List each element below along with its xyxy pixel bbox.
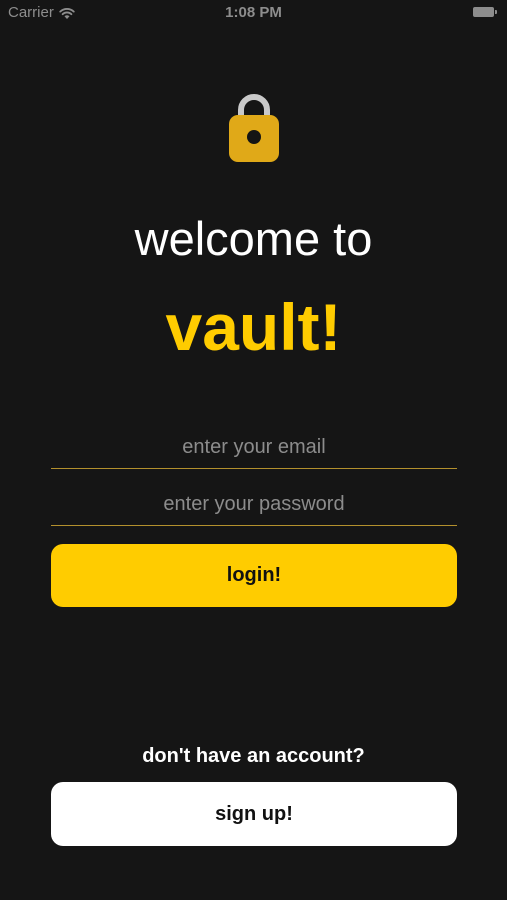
- password-field: [51, 485, 457, 526]
- status-time: 1:08 PM: [225, 4, 282, 21]
- email-field: [51, 428, 457, 469]
- signup-button[interactable]: sign up!: [51, 782, 457, 846]
- app-name-title: vault!: [165, 290, 342, 364]
- lock-icon: [229, 93, 279, 163]
- status-bar: Carrier 1:08 PM: [0, 0, 507, 28]
- signup-prompt: don't have an account?: [142, 745, 365, 767]
- password-input[interactable]: [51, 485, 457, 523]
- welcome-title: welcome to: [134, 212, 373, 265]
- login-button[interactable]: login!: [51, 544, 457, 607]
- battery-icon: [473, 7, 497, 17]
- email-input[interactable]: [51, 428, 457, 466]
